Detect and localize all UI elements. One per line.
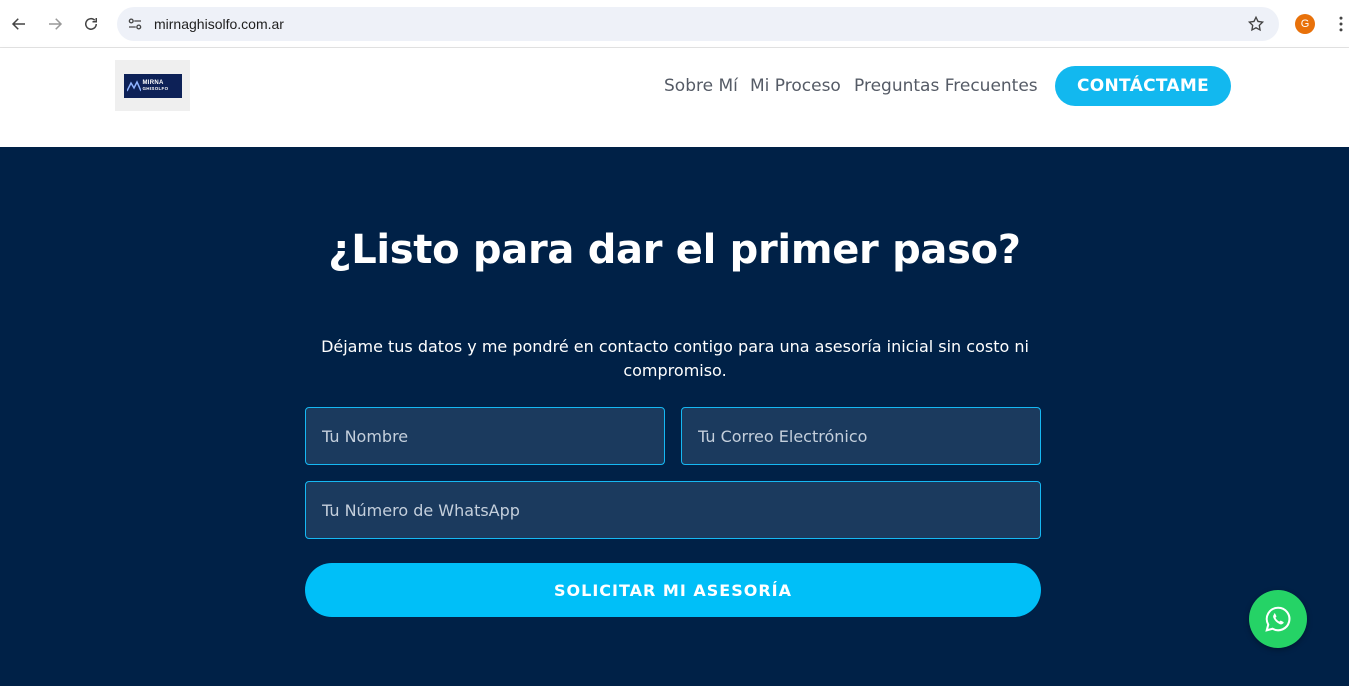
- name-field[interactable]: [305, 407, 665, 465]
- nav-link-preguntas-frecuentes[interactable]: Preguntas Frecuentes: [854, 76, 1038, 96]
- header-spacer: [0, 124, 1349, 147]
- site-info-icon[interactable]: [126, 15, 144, 33]
- nav-link-mi-proceso[interactable]: Mi Proceso: [750, 76, 841, 96]
- browser-toolbar: mirnaghisolfo.com.ar G: [0, 0, 1349, 48]
- bookmark-star-icon[interactable]: [1247, 15, 1265, 33]
- contact-section: ¿Listo para dar el primer paso? Déjame t…: [0, 147, 1349, 686]
- arrow-right-icon: [49, 18, 63, 30]
- address-bar[interactable]: mirnaghisolfo.com.ar: [117, 7, 1279, 41]
- whatsapp-button[interactable]: [1249, 590, 1307, 648]
- nav-link-sobre-mi[interactable]: Sobre Mí: [664, 76, 738, 96]
- logo-text: MIRNA GHISOLFO: [141, 80, 169, 92]
- back-button[interactable]: [7, 12, 31, 36]
- email-field[interactable]: [681, 407, 1041, 465]
- section-title: ¿Listo para dar el primer paso?: [328, 227, 1021, 273]
- reload-icon: [85, 17, 97, 30]
- more-menu-icon[interactable]: [1331, 14, 1349, 34]
- whatsapp-icon: [1265, 606, 1291, 632]
- arrow-left-icon: [11, 18, 25, 30]
- forward-button[interactable]: [43, 12, 67, 36]
- site-header: MIRNA GHISOLFO Sobre Mí Mi Proceso Pregu…: [0, 48, 1349, 124]
- section-subtitle: Déjame tus datos y me pondré en contacto…: [321, 337, 1029, 380]
- logo-badge: MIRNA GHISOLFO: [123, 73, 182, 98]
- reload-button[interactable]: [79, 12, 103, 36]
- contact-button[interactable]: CONTÁCTAME: [1055, 66, 1231, 106]
- profile-avatar[interactable]: G: [1295, 14, 1315, 34]
- logo-line-2: GHISOLFO: [142, 85, 169, 91]
- mountain-logo-icon: [126, 79, 141, 91]
- submit-button[interactable]: SOLICITAR MI ASESORÍA: [305, 563, 1041, 617]
- url-text[interactable]: mirnaghisolfo.com.ar: [154, 16, 284, 32]
- whatsapp-field[interactable]: [305, 481, 1041, 539]
- site-logo[interactable]: MIRNA GHISOLFO: [115, 60, 190, 111]
